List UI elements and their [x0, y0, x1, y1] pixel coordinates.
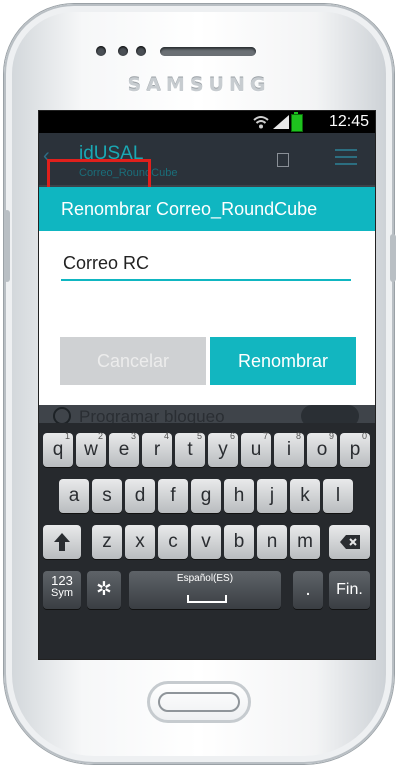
rename-button[interactable]: Renombrar — [210, 337, 356, 385]
key-w[interactable]: 2w — [76, 431, 106, 467]
backspace-key[interactable] — [329, 525, 370, 559]
key-label: p — [349, 439, 361, 460]
key-d[interactable]: d — [125, 479, 155, 513]
key-s[interactable]: s — [92, 479, 122, 513]
cancel-button[interactable]: Cancelar — [60, 337, 206, 385]
key-e[interactable]: 3e — [109, 431, 139, 467]
key-label: u — [250, 439, 262, 460]
dialog-title: Renombrar Correo_RoundCube — [39, 187, 375, 231]
key-o[interactable]: 9o — [307, 431, 337, 467]
brand-logo: SAMSUNG — [127, 74, 271, 96]
key-superscript: 2 — [97, 431, 103, 441]
battery-icon — [291, 112, 303, 132]
key-superscript: 9 — [328, 431, 334, 441]
front-sensor — [96, 46, 106, 56]
key-x[interactable]: x — [125, 525, 155, 559]
menu-icon[interactable] — [335, 149, 357, 167]
sym-sublabel: Sym — [51, 587, 73, 599]
key-label: r — [153, 439, 161, 460]
status-time: 12:45 — [328, 113, 369, 130]
key-superscript: 8 — [295, 431, 301, 441]
key-superscript: 7 — [262, 431, 268, 441]
settings-key[interactable]: ✲ — [87, 571, 121, 609]
key-y[interactable]: 6y — [208, 431, 238, 467]
key-q[interactable]: 1q — [43, 431, 73, 467]
phone-screen: 12:45 ‹ idUSAL Correo_RoundCube Renombra… — [38, 110, 376, 660]
volume-button[interactable] — [4, 210, 10, 282]
key-label: y — [218, 439, 228, 460]
soft-keyboard: 1q 2w 3e 4r 5t 6y 7u 8i 9o 0p a s d f g … — [39, 423, 375, 659]
signal-icon — [273, 115, 289, 129]
key-superscript: 4 — [163, 431, 169, 441]
backspace-icon — [339, 535, 360, 549]
key-label: o — [316, 439, 328, 460]
key-a[interactable]: a — [59, 479, 89, 513]
gear-icon: ✲ — [96, 579, 112, 600]
sym-label: 123 — [51, 573, 73, 588]
key-superscript: 6 — [229, 431, 235, 441]
key-superscript: 1 — [64, 431, 70, 441]
key-superscript: 0 — [361, 431, 367, 441]
key-v[interactable]: v — [191, 525, 221, 559]
space-label: Español(ES) — [176, 573, 234, 584]
key-m[interactable]: m — [290, 525, 320, 559]
key-g[interactable]: g — [191, 479, 221, 513]
shift-icon — [54, 533, 70, 551]
shift-key[interactable] — [43, 525, 81, 559]
key-p[interactable]: 0p — [340, 431, 370, 467]
key-b[interactable]: b — [224, 525, 254, 559]
key-label: w — [84, 439, 98, 460]
key-r[interactable]: 4r — [142, 431, 172, 467]
power-button[interactable] — [390, 234, 396, 282]
enter-key[interactable]: Fin. — [329, 571, 370, 609]
key-h[interactable]: h — [224, 479, 254, 513]
rename-dialog: Renombrar Correo_RoundCube Cancelar Reno… — [39, 187, 375, 405]
wifi-icon — [253, 116, 269, 129]
sym-key[interactable]: 123 Sym — [43, 571, 81, 609]
rename-input[interactable] — [61, 247, 351, 281]
key-n[interactable]: n — [257, 525, 287, 559]
key-i[interactable]: 8i — [274, 431, 304, 467]
key-label: t — [187, 439, 193, 460]
key-f[interactable]: f — [158, 479, 188, 513]
key-superscript: 5 — [196, 431, 202, 441]
front-sensor — [118, 46, 128, 56]
key-label: i — [286, 439, 292, 460]
front-camera — [136, 46, 146, 56]
key-z[interactable]: z — [92, 525, 122, 559]
app-bar: ‹ idUSAL Correo_RoundCube — [39, 133, 375, 203]
key-l[interactable]: l — [323, 479, 353, 513]
status-bar: 12:45 — [39, 111, 375, 133]
key-t[interactable]: 5t — [175, 431, 205, 467]
document-icon[interactable] — [277, 153, 289, 167]
home-button[interactable] — [147, 681, 251, 723]
key-j[interactable]: j — [257, 479, 287, 513]
key-label: e — [118, 439, 130, 460]
key-c[interactable]: c — [158, 525, 188, 559]
home-button-ring — [158, 692, 240, 712]
space-key[interactable]: Español(ES) — [129, 571, 281, 609]
key-u[interactable]: 7u — [241, 431, 271, 467]
spacebar-icon — [187, 595, 227, 603]
key-label: q — [52, 439, 64, 460]
key-k[interactable]: k — [290, 479, 320, 513]
key-superscript: 3 — [130, 431, 136, 441]
period-key[interactable]: . — [293, 571, 323, 609]
earpiece-speaker — [160, 47, 256, 56]
